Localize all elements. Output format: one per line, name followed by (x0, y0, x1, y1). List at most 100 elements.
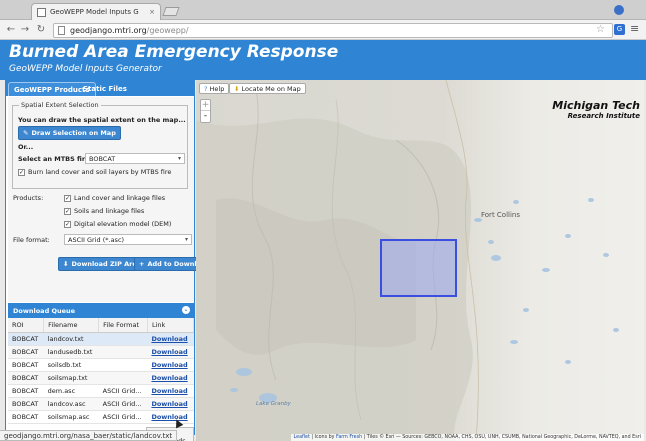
download-link[interactable]: Download (151, 335, 187, 343)
url-host: geodjango.mtri.org (70, 26, 147, 35)
browser-toolbar: ← → ↻ geodjango.mtri.org /geowepp/ ☆ (0, 20, 646, 40)
browser-tab-title: GeoWEPP Model Inputs G (50, 8, 139, 16)
tab-static-files[interactable]: Static Files (78, 82, 132, 96)
product-label: Digital elevation model (DEM) (74, 220, 172, 228)
spatial-extent-fieldset: Spatial Extent Selection You can draw th… (12, 101, 188, 189)
format-cell: ASCII Grid... (98, 410, 148, 424)
download-link[interactable]: Download (151, 387, 187, 395)
download-link[interactable]: Download (151, 413, 187, 421)
checkbox-check-icon: ✓ (18, 168, 25, 176)
draw-selection-button[interactable]: ✎ Draw Selection on Map (18, 126, 121, 140)
burn-layers-label: Burn land cover and soil layers by MTBS … (28, 168, 172, 176)
file-format-select[interactable]: ASCII Grid (*.asc) ▾ (64, 234, 192, 245)
add-icon: + (139, 260, 145, 268)
download-queue-header[interactable]: Download Queue ⌄ (8, 303, 194, 318)
product-landcover-checkbox[interactable]: ✓ Land cover and linkage files (64, 194, 165, 202)
filename-cell: dem.asc (43, 384, 99, 398)
burn-layers-checkbox[interactable]: ✓ Burn land cover and soil layers by MTBS… (18, 168, 171, 176)
roi-cell: BOBCAT (8, 384, 44, 398)
place-label-lake-granby: Lake Granby (256, 401, 291, 407)
roi-cell: BOBCAT (8, 371, 44, 385)
roi-cell: BOBCAT (8, 332, 44, 346)
browser-tabstrip: GeoWEPP Model Inputs G × (0, 0, 646, 20)
format-cell: ASCII Grid... (98, 397, 148, 411)
column-header: Filename (43, 318, 100, 333)
download-queue-table: ROI Filename File Format Link BOBCAT lan… (8, 318, 195, 424)
app-header: Burned Area Emergency Response GeoWEPP M… (0, 40, 646, 80)
zoom-in-button[interactable]: + (201, 100, 210, 111)
browser-menu-icon[interactable]: ≡ (630, 22, 639, 35)
checkbox-check-icon: ✓ (64, 220, 71, 228)
file-format-value: ASCII Grid (*.asc) (68, 236, 125, 244)
draw-selection-label: Draw Selection on Map (31, 129, 116, 137)
column-header: ROI (8, 318, 45, 333)
download-link[interactable]: Download (151, 361, 187, 369)
filename-cell: landcov.txt (43, 332, 99, 346)
roi-cell: BOBCAT (8, 358, 44, 372)
fire-select[interactable]: BOBCAT ▾ (85, 153, 185, 164)
reload-icon[interactable]: ↻ (34, 23, 48, 37)
format-cell: ASCII Grid... (98, 384, 148, 398)
logo-line1: Michigan Tech (552, 99, 640, 112)
bookmark-star-icon[interactable]: ☆ (596, 24, 605, 35)
map-attribution: Leaflet | Icons by Farm Fresh | Tiles © … (290, 434, 644, 441)
new-tab-button[interactable] (162, 7, 180, 16)
download-link[interactable]: Download (151, 400, 187, 408)
help-label: Help (209, 85, 225, 93)
table-row: BOBCAT landcov.txt Download (8, 332, 194, 346)
download-link[interactable]: Download (151, 348, 187, 356)
table-row: BOBCAT soilsdb.txt Download (8, 358, 194, 372)
column-header: File Format (98, 318, 148, 333)
filename-cell: soilsmap.asc (43, 410, 99, 424)
status-bar-url: geodjango.mtri.org/nasa_baer/static/land… (0, 430, 178, 441)
download-queue-title: Download Queue (13, 307, 76, 315)
extension-icon[interactable]: G (614, 24, 625, 35)
table-row: BOBCAT soilsmap.asc ASCII Grid... Downlo… (8, 410, 194, 424)
url-path: /geowepp/ (146, 26, 189, 35)
zoom-out-button[interactable]: - (201, 111, 210, 122)
map-view[interactable]: ? Help ⬇ Locate Me on Map + - Michigan T… (196, 80, 644, 441)
logo-line2: Research Institute (567, 112, 640, 120)
attribution-rest: | Tiles © Esri — Sources: GEBCO, NOAA, C… (362, 435, 641, 440)
chevron-down-icon: ▾ (184, 236, 188, 243)
user-profile-icon[interactable] (614, 5, 624, 15)
checkbox-check-icon: ✓ (64, 207, 71, 215)
left-panel: GeoWEPP Products Static Files Spatial Ex… (5, 80, 216, 441)
table-header-row: ROI Filename File Format Link (8, 318, 195, 333)
filename-cell: soilsdb.txt (43, 358, 99, 372)
forward-arrow-icon[interactable]: → (18, 23, 32, 37)
fire-select-label: Select an MTBS fire: (18, 155, 93, 163)
products-form: Spatial Extent Selection You can draw th… (8, 97, 216, 302)
format-cell (98, 332, 148, 346)
place-label-fort-collins: Fort Collins (481, 211, 520, 219)
download-link[interactable]: Download (151, 374, 187, 382)
product-label: Soils and linkage files (74, 207, 145, 215)
draw-pencil-icon: ✎ (23, 129, 29, 137)
address-bar[interactable]: geodjango.mtri.org /geowepp/ (53, 23, 613, 38)
spatial-selection-rectangle[interactable] (380, 239, 457, 297)
download-icon: ⬇ (63, 260, 69, 268)
roi-cell: BOBCAT (8, 397, 44, 411)
back-arrow-icon[interactable]: ← (4, 23, 18, 37)
product-soils-checkbox[interactable]: ✓ Soils and linkage files (64, 207, 144, 215)
panel-tabs: GeoWEPP Products Static Files (6, 80, 194, 96)
locate-me-button[interactable]: ⬇ Locate Me on Map (229, 83, 306, 94)
browser-tab[interactable]: GeoWEPP Model Inputs G × (31, 3, 161, 20)
products-label: Products: (13, 194, 44, 202)
app-title: Burned Area Emergency Response (9, 42, 339, 62)
product-dem-checkbox[interactable]: ✓ Digital elevation model (DEM) (64, 220, 171, 228)
chevron-down-icon: ▾ (177, 155, 181, 162)
product-label: Land cover and linkage files (74, 194, 166, 202)
table-row: BOBCAT soilsmap.txt Download (8, 371, 194, 385)
help-button[interactable]: ? Help (199, 83, 230, 94)
file-format-label: File format: (13, 236, 50, 244)
table-row: BOBCAT landcov.asc ASCII Grid... Downloa… (8, 397, 194, 411)
farm-fresh-link[interactable]: Farm Fresh (336, 435, 362, 440)
leaflet-link[interactable]: Leaflet (294, 435, 310, 440)
roi-cell: BOBCAT (8, 410, 44, 424)
collapse-icon[interactable]: ⌄ (182, 306, 190, 314)
locate-me-label: Locate Me on Map (241, 85, 301, 93)
format-cell (98, 358, 148, 372)
tab-close-icon[interactable]: × (149, 8, 155, 16)
michigan-tech-logo: Michigan Tech Research Institute (552, 99, 640, 120)
